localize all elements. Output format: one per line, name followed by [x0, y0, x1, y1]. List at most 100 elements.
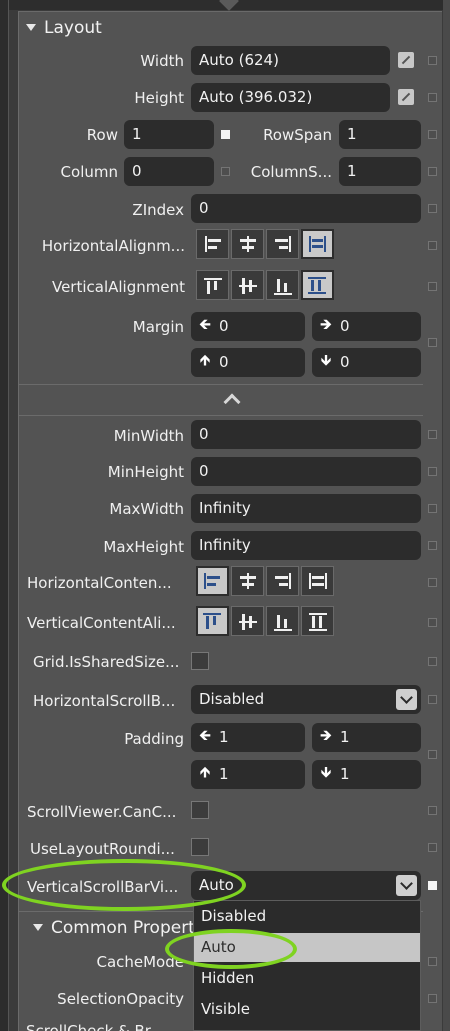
- row-field[interactable]: 1: [124, 120, 214, 149]
- vertical-content-alignment-group: [196, 606, 336, 636]
- advanced-options-marker[interactable]: [428, 578, 437, 587]
- advanced-options-marker[interactable]: [428, 994, 437, 1003]
- scrollviewer-cancontent-checkbox[interactable]: [191, 801, 209, 819]
- content-align-left-button[interactable]: [196, 566, 229, 596]
- arrow-right-icon: 🡺: [319, 315, 333, 333]
- minheight-field[interactable]: 0: [191, 457, 421, 486]
- width-field[interactable]: Auto (624): [191, 46, 390, 75]
- height-field[interactable]: Auto (396.032): [191, 83, 390, 112]
- advanced-options-marker[interactable]: [221, 167, 230, 176]
- common-section-header[interactable]: Common Propert: [33, 918, 195, 938]
- align-center-button[interactable]: [231, 229, 264, 259]
- layout-section-header[interactable]: Layout: [26, 18, 102, 38]
- horizontal-scrollbar-combo[interactable]: Disabled: [191, 685, 421, 714]
- use-layout-rounding-checkbox[interactable]: [191, 838, 209, 856]
- horizontal-content-alignment-group: [196, 566, 336, 596]
- content-align-stretch-button[interactable]: [301, 566, 334, 596]
- valign-stretch-button[interactable]: [301, 270, 334, 300]
- chevron-down-icon[interactable]: [396, 875, 417, 896]
- chevron-down-icon[interactable]: [396, 689, 417, 710]
- rowspan-field[interactable]: 1: [339, 120, 421, 149]
- advanced-options-marker[interactable]: [428, 93, 437, 102]
- next-property-label: ScrollCheck & Br...: [26, 1022, 164, 1031]
- rowspan-label: RowSpan: [263, 126, 332, 144]
- vertical-alignment-group: [196, 270, 336, 300]
- zindex-label: ZIndex: [132, 201, 184, 219]
- dropdown-option-disabled[interactable]: Disabled: [194, 902, 420, 931]
- advanced-options-marker[interactable]: [428, 130, 437, 139]
- row-advanced-marker[interactable]: [221, 130, 230, 139]
- advanced-options-marker[interactable]: [428, 467, 437, 476]
- advanced-options-marker[interactable]: [428, 504, 437, 513]
- advanced-options-marker[interactable]: [428, 957, 437, 966]
- content-valign-top-button[interactable]: [196, 606, 229, 636]
- advanced-options-marker[interactable]: [428, 241, 437, 250]
- horizontal-content-alignment-label: HorizontalConten...: [27, 574, 172, 592]
- highlight-ring-annotation: [165, 929, 297, 969]
- advanced-options-marker[interactable]: [428, 657, 437, 666]
- content-valign-center-button[interactable]: [231, 606, 264, 636]
- maxheight-label: MaxHeight: [103, 538, 184, 556]
- grid-shared-size-checkbox[interactable]: [191, 652, 209, 670]
- content-align-center-button[interactable]: [231, 566, 264, 596]
- advanced-options-marker[interactable]: [428, 618, 437, 627]
- horizontal-scrollbar-value: Disabled: [199, 690, 265, 708]
- horizontal-alignment-group: [196, 229, 336, 259]
- columnspan-label: ColumnS...: [250, 163, 332, 181]
- maxheight-field[interactable]: Infinity: [191, 531, 421, 560]
- zindex-field[interactable]: 0: [191, 194, 421, 223]
- column-field[interactable]: 0: [124, 157, 214, 186]
- advanced-options-marker[interactable]: [428, 430, 437, 439]
- advanced-options-marker[interactable]: [428, 541, 437, 550]
- width-label: Width: [140, 52, 184, 70]
- collapse-triangle-icon[interactable]: [33, 924, 43, 931]
- advanced-options-marker[interactable]: [428, 204, 437, 213]
- arrow-down-icon: 🡻: [320, 351, 332, 369]
- advanced-options-marker[interactable]: [428, 167, 437, 176]
- layout-section-title: Layout: [44, 18, 102, 38]
- valign-bottom-button[interactable]: [266, 270, 299, 300]
- valign-top-button[interactable]: [196, 270, 229, 300]
- valign-center-button[interactable]: [231, 270, 264, 300]
- vertical-content-alignment-label: VerticalContentAli...: [27, 614, 176, 632]
- arrow-up-icon: 🡹: [199, 763, 211, 781]
- dropdown-option-visible[interactable]: Visible: [194, 995, 420, 1024]
- advanced-options-marker[interactable]: [428, 56, 437, 65]
- advanced-options-marker[interactable]: [428, 750, 437, 759]
- content-valign-stretch-button[interactable]: [301, 606, 334, 636]
- scrollbar-track[interactable]: [443, 0, 450, 1031]
- advanced-options-marker[interactable]: [428, 695, 437, 704]
- common-section-title: Common Propert: [51, 918, 195, 938]
- advanced-options-marker[interactable]: [428, 282, 437, 291]
- selectionopacity-label: SelectionOpacity: [57, 990, 184, 1008]
- align-left-button[interactable]: [196, 229, 229, 259]
- arrow-right-icon: 🡺: [319, 726, 333, 744]
- align-right-button[interactable]: [266, 229, 299, 259]
- reset-value-icon[interactable]: [398, 52, 414, 68]
- advanced-options-marker[interactable]: [428, 843, 437, 852]
- scrollviewer-cancontent-label: ScrollViewer.CanC...: [27, 803, 177, 821]
- row-label: Row: [86, 126, 118, 144]
- padding-label: Padding: [124, 730, 184, 748]
- columnspan-field[interactable]: 1: [339, 157, 421, 186]
- section-divider: [19, 384, 423, 385]
- advanced-options-marker[interactable]: [428, 338, 437, 347]
- arrow-left-icon: 🡸: [198, 726, 212, 744]
- arrow-up-icon: 🡹: [199, 351, 211, 369]
- height-label: Height: [134, 89, 184, 107]
- minwidth-field[interactable]: 0: [191, 420, 421, 449]
- horizontal-scrollbar-label: HorizontalScrollB...: [33, 692, 176, 710]
- content-valign-bottom-button[interactable]: [266, 606, 299, 636]
- grid-shared-size-label: Grid.IsSharedSize...: [33, 653, 180, 671]
- maxwidth-label: MaxWidth: [109, 500, 184, 518]
- margin-label: Margin: [132, 318, 184, 336]
- align-stretch-button[interactable]: [301, 229, 334, 259]
- advanced-options-marker[interactable]: [428, 806, 437, 815]
- vertical-scrollbar-advanced-marker[interactable]: [428, 881, 437, 890]
- reset-value-icon[interactable]: [398, 89, 414, 105]
- maxwidth-field[interactable]: Infinity: [191, 494, 421, 523]
- arrow-down-icon: 🡻: [320, 763, 332, 781]
- collapse-triangle-icon[interactable]: [26, 24, 36, 31]
- column-label: Column: [60, 163, 118, 181]
- content-align-right-button[interactable]: [266, 566, 299, 596]
